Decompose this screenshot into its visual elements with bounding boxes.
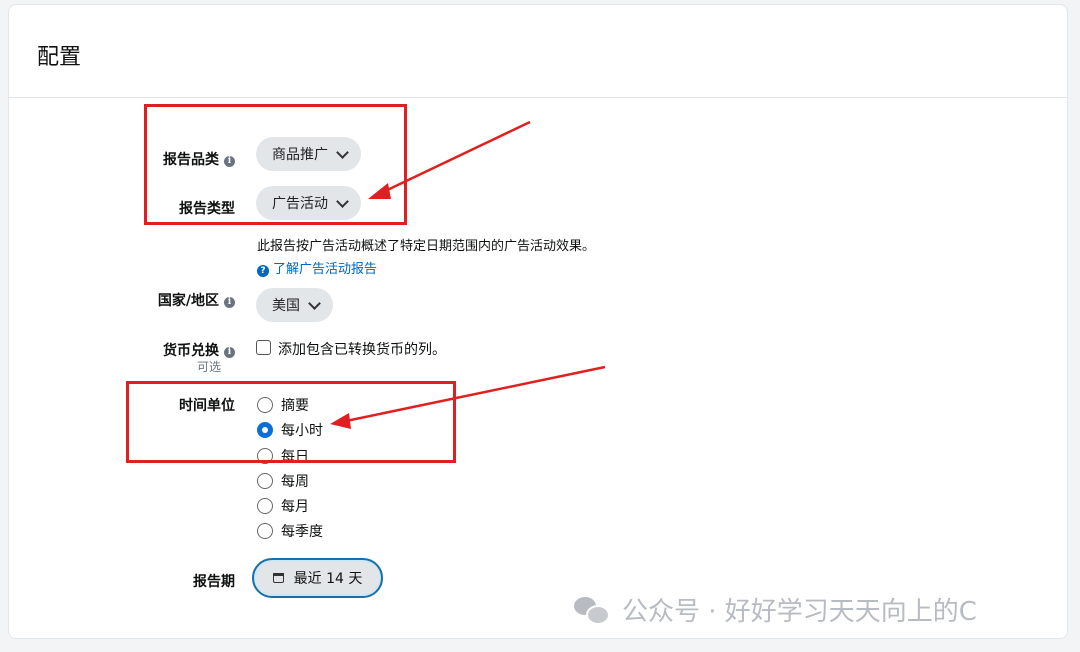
report-type-value: 广告活动 — [272, 196, 328, 212]
report-type-description: 此报告按广告活动概述了特定日期范围内的广告活动效果。 — [257, 239, 596, 254]
header-divider — [9, 97, 1067, 98]
report-period-picker[interactable]: 最近 14 天 — [252, 558, 383, 598]
radio-hourly[interactable]: 每小时 — [257, 420, 323, 440]
configuration-card: 配置 报告品类 i 商品推广 报告类型 广告活动 此报告按广告活动概述了特定日期范… — [8, 4, 1068, 639]
calendar-icon — [272, 573, 284, 583]
question-circle-icon: ? — [257, 265, 269, 277]
country-value: 美国 — [272, 298, 300, 314]
report-type-dropdown[interactable]: 广告活动 — [256, 186, 361, 220]
radio-button[interactable] — [257, 498, 273, 514]
wechat-icon — [574, 596, 610, 625]
radio-weekly[interactable]: 每周 — [257, 471, 309, 491]
radio-button[interactable] — [257, 523, 273, 539]
learn-more-link[interactable]: ? 了解广告活动报告 — [257, 258, 377, 277]
currency-conversion-label: 添加包含已转换货币的列。 — [278, 342, 446, 358]
info-icon[interactable]: i — [224, 347, 235, 358]
optional-hint: 可选 — [196, 360, 221, 374]
info-icon[interactable]: i — [224, 156, 235, 167]
radio-button[interactable] — [257, 397, 273, 413]
radio-monthly[interactable]: 每月 — [257, 496, 309, 516]
radio-button-selected[interactable] — [257, 422, 273, 438]
report-period-value: 最近 14 天 — [293, 571, 363, 587]
chevron-down-icon — [308, 296, 321, 310]
currency-conversion-checkbox[interactable] — [256, 340, 271, 355]
radio-button[interactable] — [257, 473, 273, 489]
currency-label: 货币兑换 i — [163, 340, 235, 360]
info-icon[interactable]: i — [224, 297, 235, 308]
country-dropdown[interactable]: 美国 — [256, 288, 333, 322]
watermark: 公众号 · 好好学习天天向上的C — [574, 591, 977, 628]
watermark-text: 公众号 · 好好学习天天向上的C — [622, 597, 977, 627]
country-label: 国家/地区 i — [158, 290, 235, 310]
radio-button[interactable] — [257, 448, 273, 464]
report-category-dropdown[interactable]: 商品推广 — [256, 137, 361, 171]
report-category-label: 报告品类 i — [163, 149, 235, 169]
page-title: 配置 — [37, 45, 82, 70]
report-period-label: 报告期 — [193, 574, 235, 590]
report-category-value: 商品推广 — [272, 147, 328, 163]
report-type-label: 报告类型 — [179, 201, 235, 217]
time-unit-label: 时间单位 — [179, 398, 235, 414]
radio-daily[interactable]: 每日 — [257, 446, 309, 466]
radio-summary[interactable]: 摘要 — [257, 395, 309, 415]
chevron-down-icon — [336, 194, 349, 208]
chevron-down-icon — [336, 145, 349, 159]
radio-quarterly[interactable]: 每季度 — [257, 521, 323, 541]
